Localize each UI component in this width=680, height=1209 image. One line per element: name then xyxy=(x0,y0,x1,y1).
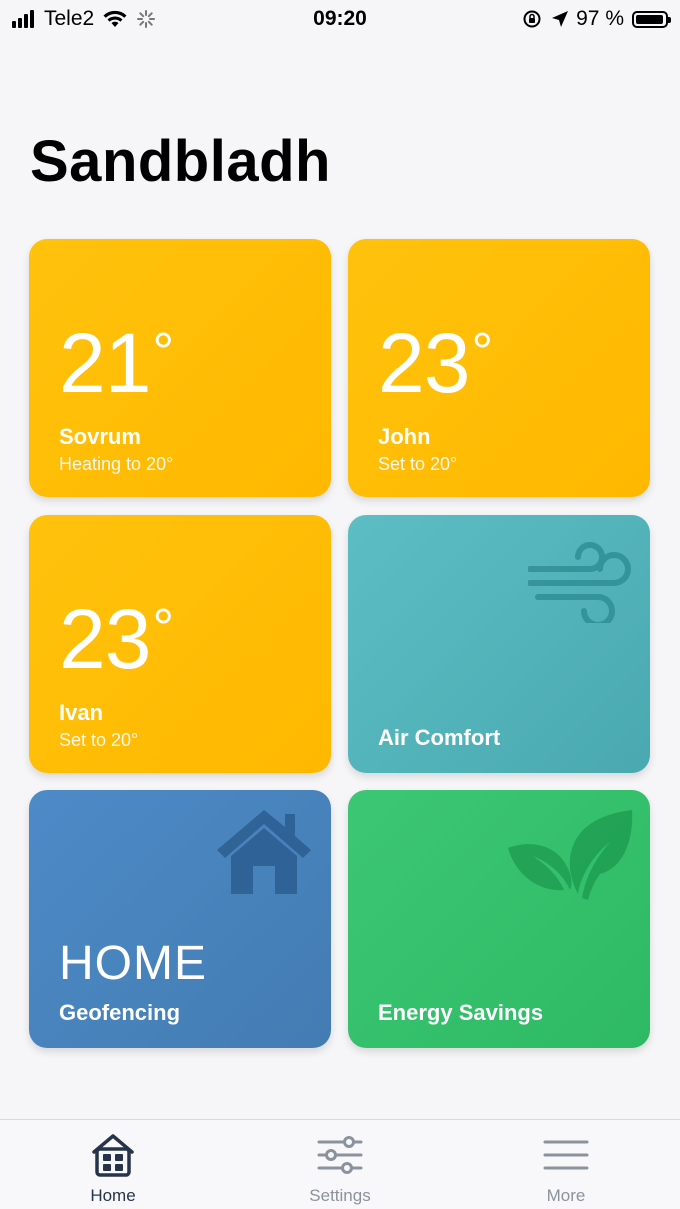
tile-label: Air Comfort xyxy=(378,725,501,750)
wind-icon xyxy=(528,542,631,623)
room-status: Heating to 20° xyxy=(59,454,174,474)
tile-label: Energy Savings xyxy=(378,1000,544,1025)
room-name: Ivan xyxy=(59,700,104,725)
tile-label: Geofencing xyxy=(59,1000,181,1025)
home-grid-icon xyxy=(92,1134,134,1177)
battery-level-fill xyxy=(636,14,664,24)
room-temperature: 23° xyxy=(59,592,174,686)
room-temperature: 21° xyxy=(59,316,174,410)
air-comfort-tile[interactable]: Air Comfort xyxy=(348,515,650,773)
tab-more[interactable]: More xyxy=(491,1120,641,1209)
room-temperature: 23° xyxy=(378,316,493,410)
menu-icon xyxy=(543,1140,589,1170)
tab-label: Settings xyxy=(309,1186,371,1205)
battery-icon xyxy=(632,10,671,28)
status-right: 97 % xyxy=(522,7,671,31)
room-tile-ivan[interactable]: 23° Ivan Set to 20° xyxy=(29,515,331,773)
room-status: Set to 20° xyxy=(59,730,139,750)
room-tile-sovrum[interactable]: 21° Sovrum Heating to 20° xyxy=(29,239,331,497)
geofencing-tile[interactable]: HOME Geofencing xyxy=(29,790,331,1048)
house-icon xyxy=(217,810,311,894)
tab-bar: Home Settings More xyxy=(0,1119,680,1209)
rotation-lock-icon xyxy=(523,10,541,28)
sliders-icon xyxy=(317,1136,363,1174)
location-arrow-icon xyxy=(552,11,569,27)
energy-savings-tile[interactable]: Energy Savings xyxy=(348,790,650,1048)
tab-home[interactable]: Home xyxy=(38,1120,188,1209)
page-title: Sandbladh xyxy=(30,129,331,194)
leaf-icon xyxy=(508,810,633,900)
app-screen: Tele2 09:20 97 % Sandbladh 21° Sovrum He… xyxy=(0,0,680,1209)
battery-percent: 97 % xyxy=(576,7,624,30)
tab-label: Home xyxy=(90,1186,136,1205)
room-name: John xyxy=(378,424,431,449)
room-tile-john[interactable]: 23° John Set to 20° xyxy=(348,239,650,497)
tab-label: More xyxy=(546,1186,586,1205)
room-name: Sovrum xyxy=(59,424,141,449)
status-bar: Tele2 09:20 97 % xyxy=(0,0,680,40)
geofencing-state: HOME xyxy=(59,937,207,990)
room-status: Set to 20° xyxy=(378,454,458,474)
tab-settings[interactable]: Settings xyxy=(265,1120,415,1209)
